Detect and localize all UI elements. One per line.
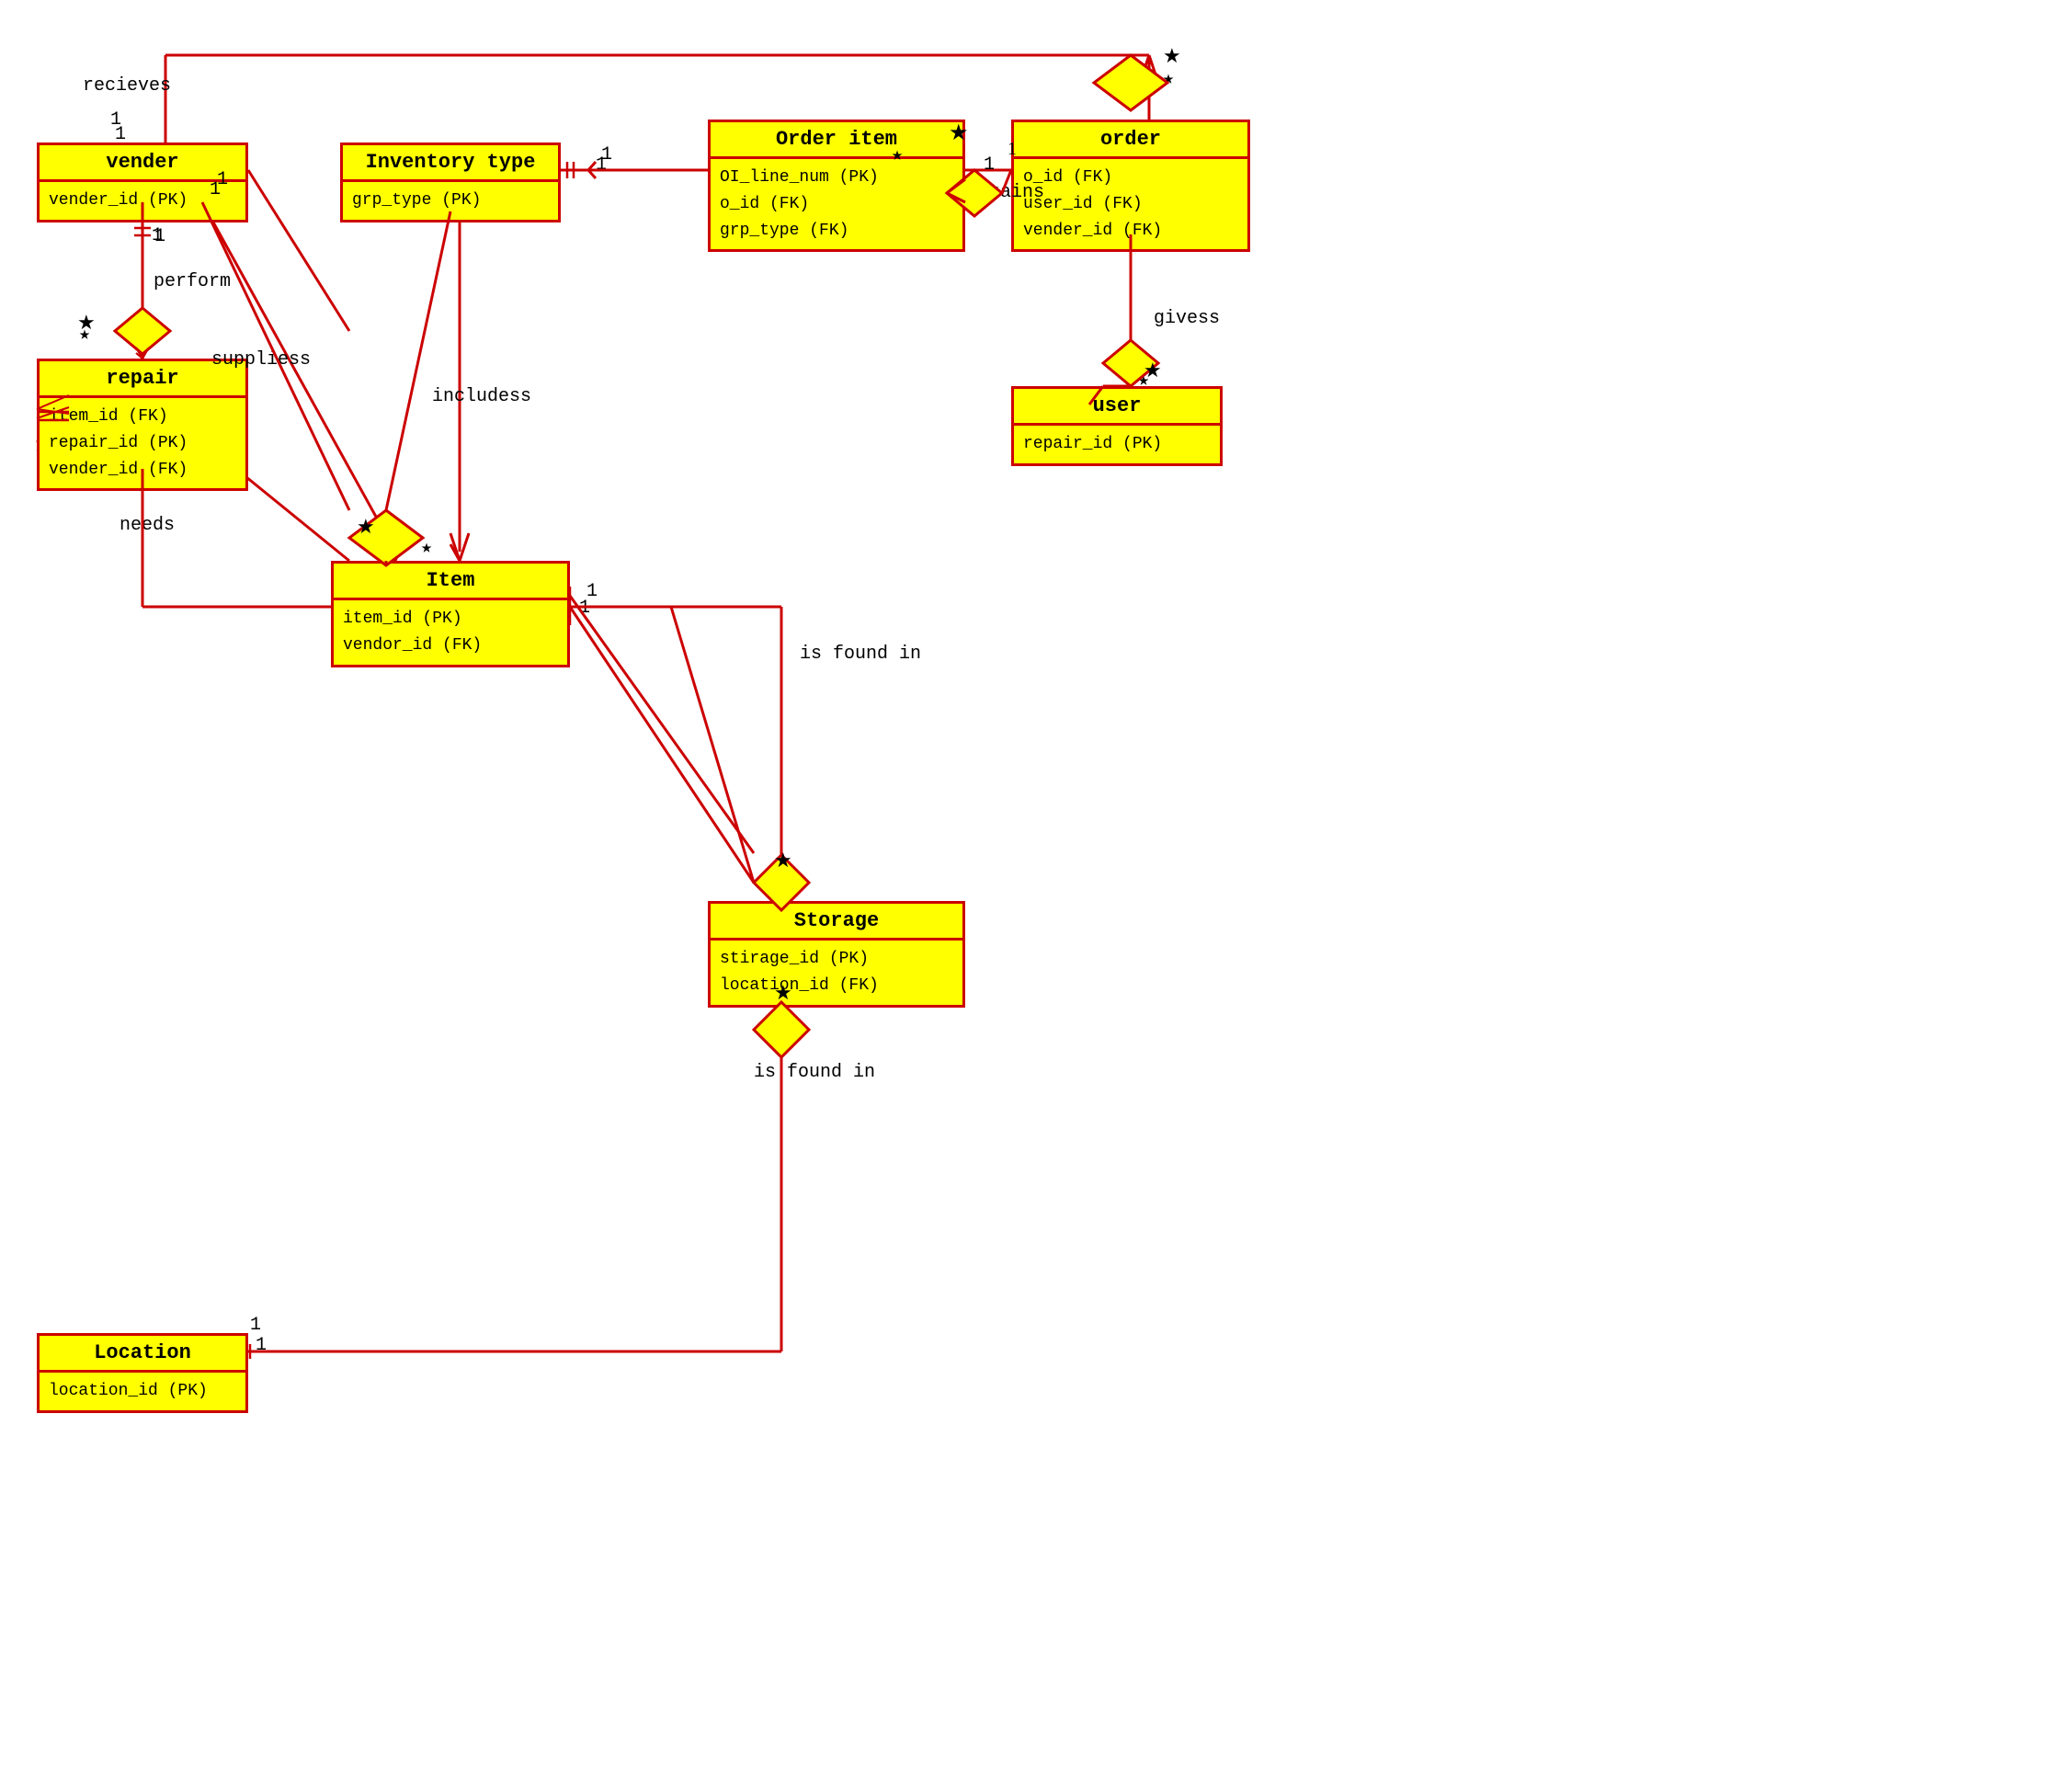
label-suppliess: suppliess [211, 349, 311, 371]
attr-vender-id-fk: vender_id (FK) [49, 457, 236, 484]
entity-item-body: item_id (PK) vendor_id (FK) [334, 600, 567, 665]
attr-oi-line-num-pk: OI_line_num (PK) [720, 165, 953, 191]
entity-order-item-title: Order item [711, 122, 962, 159]
card-item-1: 1 [579, 598, 590, 619]
card-recieves-order-star: ★ [1163, 66, 1174, 90]
label-is-found-in-bottom: is found in [754, 1062, 875, 1083]
entity-order-item-body: OI_line_num (PK) o_id (FK) grp_type (FK) [711, 159, 962, 249]
entity-user-title: user [1014, 389, 1220, 426]
attr-order-user-id-fk: user_id (FK) [1023, 191, 1238, 218]
entity-storage-title: Storage [711, 904, 962, 941]
attr-vendor-id-fk: vendor_id (FK) [343, 633, 558, 659]
entity-item: Item item_id (PK) vendor_id (FK) [331, 561, 570, 667]
entity-order: order o_id (FK) user_id (FK) vender_id (… [1011, 120, 1250, 252]
attr-item-id-pk: item_id (PK) [343, 606, 558, 633]
attr-location-id-fk: location_id (FK) [720, 973, 953, 999]
card-order-contains-1: 1 [984, 154, 995, 176]
label-givess: givess [1154, 308, 1220, 329]
entity-user-body: repair_id (PK) [1014, 426, 1220, 463]
attr-grp-type-fk: grp_type (FK) [720, 218, 953, 245]
attr-o-id-fk: o_id (FK) [720, 191, 953, 218]
label-needs: needs [120, 515, 175, 536]
card-vender-1: 1 [210, 179, 221, 200]
card-perform-star: ★ [79, 322, 90, 346]
label-contains: contains [956, 182, 1044, 203]
label-is-found-in-top: is found in [800, 644, 921, 665]
entity-storage: Storage stirage_id (PK) location_id (FK) [708, 901, 965, 1008]
entity-repair-body: item_id (FK) repair_id (PK) vender_id (F… [40, 398, 245, 488]
entity-vender-title: vender [40, 145, 245, 182]
entity-storage-body: stirage_id (PK) location_id (FK) [711, 941, 962, 1005]
card-inv-item-star: ★ [421, 535, 432, 559]
entity-item-title: Item [334, 564, 567, 600]
card-givess-star: ★ [1138, 368, 1149, 392]
label-perform: perform [154, 271, 231, 292]
card-storage-bottom-star: ★ [768, 1016, 780, 1040]
card-inv-orderitem-1: 1 [596, 154, 607, 176]
label-recieves: recieves [83, 75, 171, 97]
label-includess: includess [432, 386, 531, 407]
entity-inventory-type-title: Inventory type [343, 145, 558, 182]
entity-location-title: Location [40, 1336, 245, 1373]
card-location-1: 1 [256, 1335, 267, 1356]
entity-inventory-type: Inventory type grp_type (PK) [340, 143, 561, 222]
attr-item-id-fk: item_id (FK) [49, 404, 236, 430]
attr-grp-type-pk: grp_type (PK) [352, 188, 549, 214]
attr-location-id-pk: location_id (PK) [49, 1378, 236, 1405]
entity-inventory-type-body: grp_type (PK) [343, 182, 558, 220]
attr-stirage-id-pk: stirage_id (PK) [720, 946, 953, 973]
card-storage-star: ★ [768, 878, 780, 902]
attr-vender-id: vender_id (PK) [49, 188, 236, 214]
entity-order-item: Order item OI_line_num (PK) o_id (FK) gr… [708, 120, 965, 252]
attr-repair-id-pk: repair_id (PK) [49, 430, 236, 457]
card-orderitem-order-star: ★ [892, 143, 903, 166]
attr-order-vender-id-fk: vender_id (FK) [1023, 218, 1238, 245]
attr-order-o-id-fk: o_id (FK) [1023, 165, 1238, 191]
entity-location: Location location_id (PK) [37, 1333, 248, 1413]
attr-user-repair-id-pk: repair_id (PK) [1023, 431, 1211, 458]
card-recieves-vender: 1 [115, 124, 126, 145]
card-perform-1: 1 [152, 225, 163, 246]
entity-user: user repair_id (PK) [1011, 386, 1223, 466]
entity-location-body: location_id (PK) [40, 1373, 245, 1410]
entity-order-body: o_id (FK) user_id (FK) vender_id (FK) [1014, 159, 1247, 249]
entity-repair: repair item_id (FK) repair_id (PK) vende… [37, 359, 248, 491]
entity-order-title: order [1014, 122, 1247, 159]
er-diagram [0, 0, 2072, 1790]
